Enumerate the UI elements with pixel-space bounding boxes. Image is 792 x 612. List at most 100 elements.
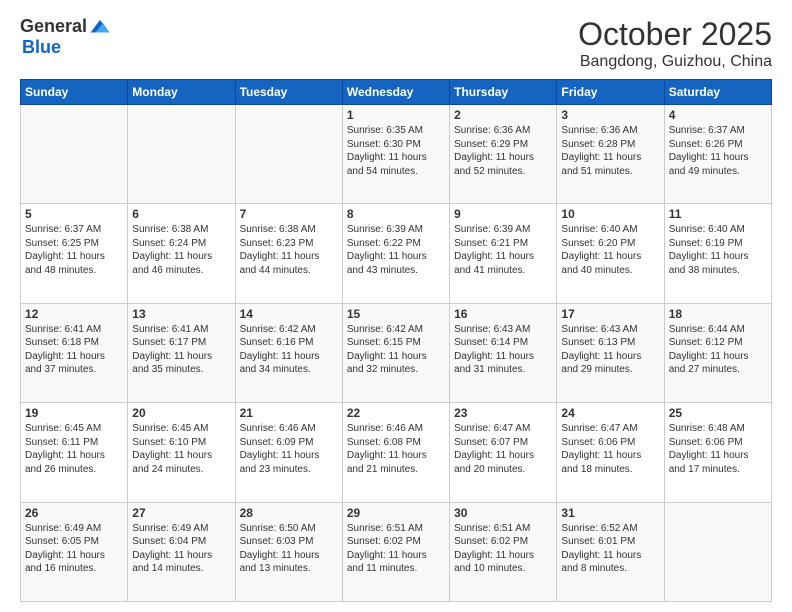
calendar-week: 1 Sunrise: 6:35 AMSunset: 6:30 PMDaylight… <box>21 105 772 204</box>
calendar-cell: 16Sunrise: 6:43 AMSunset: 6:14 PMDayligh… <box>450 303 557 402</box>
calendar-cell <box>128 105 235 204</box>
calendar-cell: 12 Sunrise: 6:41 AMSunset: 6:18 PMDayligh… <box>21 303 128 402</box>
calendar-cell: 15Sunrise: 6:42 AMSunset: 6:15 PMDayligh… <box>342 303 449 402</box>
weekday-header: Monday <box>128 80 235 105</box>
day-number: 20 <box>132 406 230 420</box>
day-number: 30 <box>454 506 552 520</box>
day-number: 12 <box>25 307 123 321</box>
calendar-week: 12 Sunrise: 6:41 AMSunset: 6:18 PMDayligh… <box>21 303 772 402</box>
day-number: 7 <box>240 207 338 221</box>
day-number: 3 <box>561 108 659 122</box>
calendar-cell: 5 Sunrise: 6:37 AMSunset: 6:25 PMDaylight… <box>21 204 128 303</box>
calendar-cell: 14 Sunrise: 6:42 AMSunset: 6:16 PMDayligh… <box>235 303 342 402</box>
day-info: Sunrise: 6:38 AMSunset: 6:24 PMDaylight:… <box>132 223 230 277</box>
calendar-week: 5 Sunrise: 6:37 AMSunset: 6:25 PMDaylight… <box>21 204 772 303</box>
calendar-cell: 6 Sunrise: 6:38 AMSunset: 6:24 PMDaylight… <box>128 204 235 303</box>
day-number: 27 <box>132 506 230 520</box>
day-number: 22 <box>347 406 445 420</box>
day-number: 13 <box>132 307 230 321</box>
day-info: Sunrise: 6:36 AMSunset: 6:28 PMDaylight:… <box>561 124 659 178</box>
day-number: 25 <box>669 406 767 420</box>
day-number: 15 <box>347 307 445 321</box>
calendar-cell: 17Sunrise: 6:43 AMSunset: 6:13 PMDayligh… <box>557 303 664 402</box>
day-number: 24 <box>561 406 659 420</box>
day-info: Sunrise: 6:41 AMSunset: 6:17 PMDaylight:… <box>132 323 230 377</box>
title-block: October 2025 Bangdong, Guizhou, China <box>578 16 772 71</box>
calendar-cell: 31 Sunrise: 6:52 AMSunset: 6:01 PMDayligh… <box>557 502 664 601</box>
day-number: 10 <box>561 207 659 221</box>
calendar-cell: 13 Sunrise: 6:41 AMSunset: 6:17 PMDayligh… <box>128 303 235 402</box>
day-info: Sunrise: 6:44 AMSunset: 6:12 PMDaylight:… <box>669 323 767 377</box>
calendar-cell: 30 Sunrise: 6:51 AMSunset: 6:02 PMDayligh… <box>450 502 557 601</box>
day-info: Sunrise: 6:39 AMSunset: 6:21 PMDaylight:… <box>454 223 552 277</box>
day-number: 14 <box>240 307 338 321</box>
day-number: 23 <box>454 406 552 420</box>
calendar-cell: 21 Sunrise: 6:46 AMSunset: 6:09 PMDayligh… <box>235 403 342 502</box>
calendar-cell: 2Sunrise: 6:36 AMSunset: 6:29 PMDaylight… <box>450 105 557 204</box>
day-number: 17 <box>561 307 659 321</box>
page: General Blue October 2025 Bangdong, Guiz… <box>0 0 792 612</box>
weekday-header: Saturday <box>664 80 771 105</box>
day-number: 21 <box>240 406 338 420</box>
day-number: 28 <box>240 506 338 520</box>
location: Bangdong, Guizhou, China <box>578 53 772 71</box>
day-info: Sunrise: 6:50 AMSunset: 6:03 PMDaylight:… <box>240 522 338 576</box>
day-info: Sunrise: 6:42 AMSunset: 6:16 PMDaylight:… <box>240 323 338 377</box>
calendar-body: 1 Sunrise: 6:35 AMSunset: 6:30 PMDaylight… <box>21 105 772 602</box>
calendar-cell: 26Sunrise: 6:49 AMSunset: 6:05 PMDayligh… <box>21 502 128 601</box>
calendar-cell: 9Sunrise: 6:39 AMSunset: 6:21 PMDaylight… <box>450 204 557 303</box>
day-info: Sunrise: 6:45 AMSunset: 6:10 PMDaylight:… <box>132 422 230 476</box>
day-number: 31 <box>561 506 659 520</box>
calendar-cell: 10Sunrise: 6:40 AMSunset: 6:20 PMDayligh… <box>557 204 664 303</box>
day-info: Sunrise: 6:37 AMSunset: 6:25 PMDaylight:… <box>25 223 123 277</box>
day-number: 1 <box>347 108 445 122</box>
day-info: Sunrise: 6:49 AMSunset: 6:04 PMDaylight:… <box>132 522 230 576</box>
logo-text: General <box>20 16 111 37</box>
day-info: Sunrise: 6:46 AMSunset: 6:09 PMDaylight:… <box>240 422 338 476</box>
day-number: 8 <box>347 207 445 221</box>
day-info: Sunrise: 6:52 AMSunset: 6:01 PMDaylight:… <box>561 522 659 576</box>
day-number: 29 <box>347 506 445 520</box>
calendar-week: 19Sunrise: 6:45 AMSunset: 6:11 PMDayligh… <box>21 403 772 502</box>
weekday-header: Friday <box>557 80 664 105</box>
calendar-cell: 18Sunrise: 6:44 AMSunset: 6:12 PMDayligh… <box>664 303 771 402</box>
day-info: Sunrise: 6:41 AMSunset: 6:18 PMDaylight:… <box>25 323 123 377</box>
day-number: 5 <box>25 207 123 221</box>
weekday-header: Tuesday <box>235 80 342 105</box>
day-info: Sunrise: 6:47 AMSunset: 6:07 PMDaylight:… <box>454 422 552 476</box>
calendar-cell: 3 Sunrise: 6:36 AMSunset: 6:28 PMDaylight… <box>557 105 664 204</box>
weekday-header: Thursday <box>450 80 557 105</box>
logo-icon <box>89 18 111 36</box>
day-info: Sunrise: 6:37 AMSunset: 6:26 PMDaylight:… <box>669 124 767 178</box>
month-title: October 2025 <box>578 16 772 53</box>
weekday-header: Wednesday <box>342 80 449 105</box>
calendar-cell: 29Sunrise: 6:51 AMSunset: 6:02 PMDayligh… <box>342 502 449 601</box>
calendar-week: 26Sunrise: 6:49 AMSunset: 6:05 PMDayligh… <box>21 502 772 601</box>
calendar-cell: 1 Sunrise: 6:35 AMSunset: 6:30 PMDaylight… <box>342 105 449 204</box>
calendar-cell: 8 Sunrise: 6:39 AMSunset: 6:22 PMDaylight… <box>342 204 449 303</box>
day-number: 11 <box>669 207 767 221</box>
calendar-cell: 4 Sunrise: 6:37 AMSunset: 6:26 PMDaylight… <box>664 105 771 204</box>
logo: General Blue <box>20 16 111 58</box>
calendar-cell: 27 Sunrise: 6:49 AMSunset: 6:04 PMDayligh… <box>128 502 235 601</box>
header: General Blue October 2025 Bangdong, Guiz… <box>20 16 772 71</box>
logo-blue: Blue <box>22 37 61 58</box>
day-info: Sunrise: 6:35 AMSunset: 6:30 PMDaylight:… <box>347 124 445 178</box>
weekday-row: SundayMondayTuesdayWednesdayThursdayFrid… <box>21 80 772 105</box>
day-number: 4 <box>669 108 767 122</box>
day-info: Sunrise: 6:47 AMSunset: 6:06 PMDaylight:… <box>561 422 659 476</box>
day-number: 6 <box>132 207 230 221</box>
day-info: Sunrise: 6:38 AMSunset: 6:23 PMDaylight:… <box>240 223 338 277</box>
day-info: Sunrise: 6:51 AMSunset: 6:02 PMDaylight:… <box>454 522 552 576</box>
calendar-cell: 24 Sunrise: 6:47 AMSunset: 6:06 PMDayligh… <box>557 403 664 502</box>
calendar-cell <box>21 105 128 204</box>
calendar-cell: 20 Sunrise: 6:45 AMSunset: 6:10 PMDayligh… <box>128 403 235 502</box>
calendar-cell: 23 Sunrise: 6:47 AMSunset: 6:07 PMDayligh… <box>450 403 557 502</box>
day-info: Sunrise: 6:48 AMSunset: 6:06 PMDaylight:… <box>669 422 767 476</box>
logo-general: General <box>20 16 87 37</box>
calendar-cell: 7 Sunrise: 6:38 AMSunset: 6:23 PMDaylight… <box>235 204 342 303</box>
calendar-cell: 28 Sunrise: 6:50 AMSunset: 6:03 PMDayligh… <box>235 502 342 601</box>
day-info: Sunrise: 6:40 AMSunset: 6:19 PMDaylight:… <box>669 223 767 277</box>
calendar-header: SundayMondayTuesdayWednesdayThursdayFrid… <box>21 80 772 105</box>
day-info: Sunrise: 6:39 AMSunset: 6:22 PMDaylight:… <box>347 223 445 277</box>
